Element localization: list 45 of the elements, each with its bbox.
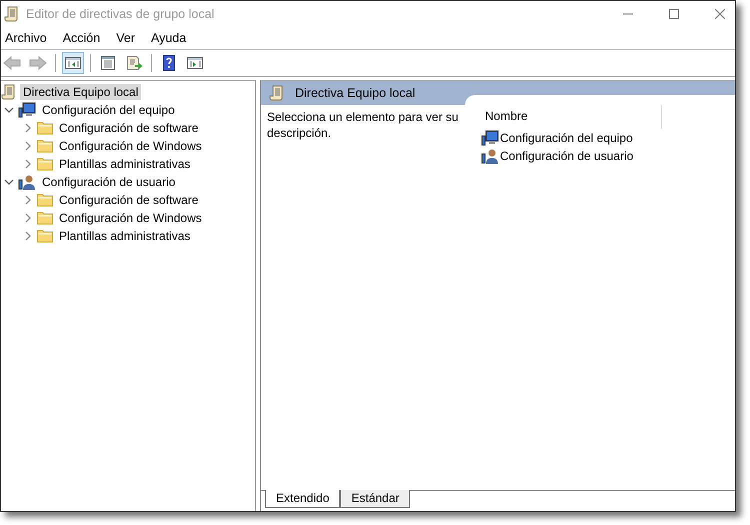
window-title: Editor de directivas de grupo local bbox=[26, 7, 214, 21]
list-item[interactable]: Configuración de usuario bbox=[500, 149, 634, 163]
header-title: Directiva Equipo local bbox=[295, 86, 416, 100]
tree-item[interactable]: Plantillas administrativas bbox=[56, 228, 194, 244]
scroll-icon bbox=[4, 6, 20, 22]
view-tab[interactable]: Estándar bbox=[340, 490, 410, 508]
user-icon bbox=[18, 174, 36, 190]
user-icon bbox=[481, 148, 499, 164]
tree-item[interactable]: Configuración de Windows bbox=[56, 210, 205, 226]
tree-item[interactable]: Configuración de software bbox=[56, 120, 202, 136]
tree-item[interactable]: Configuración de usuario bbox=[39, 174, 178, 190]
scroll-icon bbox=[1, 84, 17, 100]
expand-chevron-icon[interactable] bbox=[23, 195, 33, 205]
folder-icon bbox=[37, 193, 53, 207]
folder-icon bbox=[37, 139, 53, 153]
column-header[interactable]: Nombre bbox=[481, 105, 662, 129]
tree-item[interactable]: Plantillas administrativas bbox=[56, 156, 194, 172]
list-item[interactable]: Configuración del equipo bbox=[500, 131, 633, 145]
tree-item[interactable]: Configuración de Windows bbox=[56, 138, 205, 154]
menu-item[interactable]: Ayuda bbox=[150, 31, 186, 45]
tree-item[interactable]: Configuración del equipo bbox=[39, 102, 178, 118]
close-icon[interactable] bbox=[715, 9, 725, 19]
view-tab[interactable]: Extendido bbox=[265, 490, 340, 508]
folder-icon bbox=[37, 121, 53, 135]
maximize-icon[interactable] bbox=[669, 9, 679, 19]
computer-icon bbox=[481, 130, 499, 146]
menu-item[interactable]: Acción bbox=[62, 31, 100, 45]
folder-icon bbox=[37, 157, 53, 171]
expand-chevron-icon[interactable] bbox=[23, 231, 33, 241]
scroll-icon bbox=[269, 85, 285, 101]
menu-item[interactable]: Archivo bbox=[5, 31, 47, 45]
expand-chevron-icon[interactable] bbox=[23, 213, 33, 223]
expand-chevron-icon[interactable] bbox=[23, 123, 33, 133]
tree-item[interactable]: Directiva Equipo local bbox=[20, 84, 142, 100]
description-text: Selecciona un elemento para ver su descripción. bbox=[267, 109, 460, 142]
computer-icon bbox=[18, 102, 36, 118]
collapse-chevron-icon[interactable] bbox=[4, 177, 14, 187]
expand-chevron-icon[interactable] bbox=[23, 159, 33, 169]
tree-item[interactable]: Configuración de software bbox=[56, 192, 202, 208]
menu-item[interactable]: Ver bbox=[116, 31, 135, 45]
expand-chevron-icon[interactable] bbox=[23, 141, 33, 151]
collapse-chevron-icon[interactable] bbox=[4, 105, 14, 115]
panel-button[interactable] bbox=[62, 52, 84, 74]
folder-icon bbox=[37, 229, 53, 243]
folder-icon bbox=[37, 211, 53, 225]
